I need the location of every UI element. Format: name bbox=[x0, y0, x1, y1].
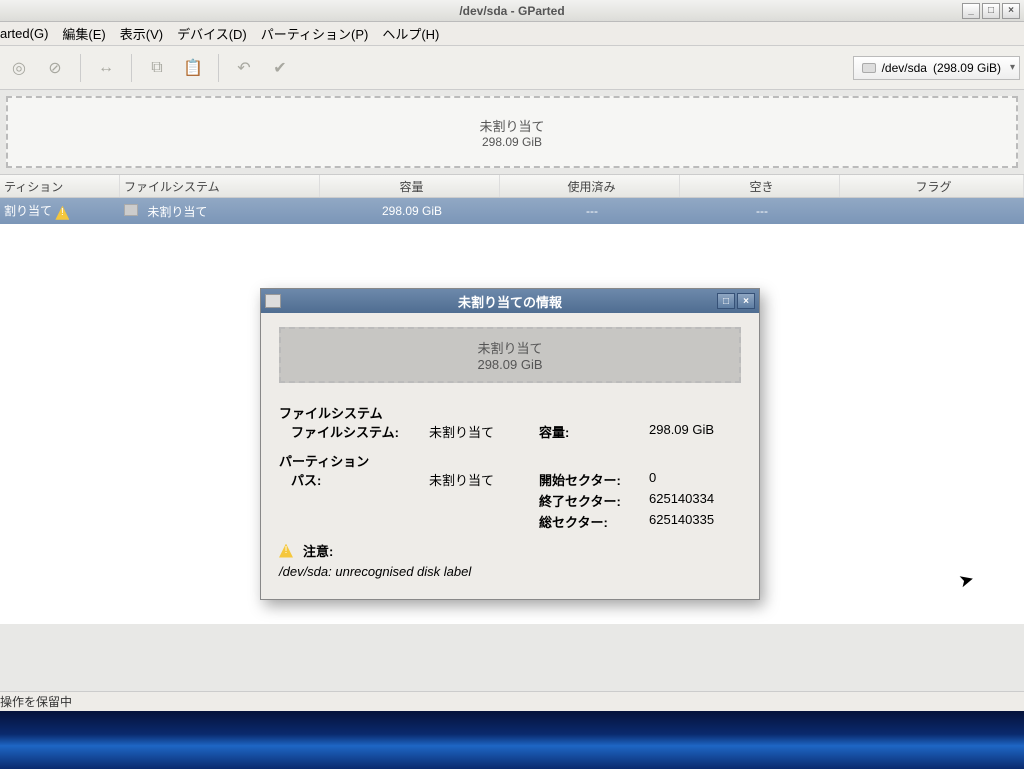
toolbar: ◎ ⊘ ↔ ⧉ 📋 ↶ ✔ /dev/sda (298.09 GiB) bbox=[0, 46, 1024, 90]
close-button[interactable]: × bbox=[1002, 3, 1020, 19]
cell-partition: 割り当て ! bbox=[0, 202, 120, 220]
menu-help[interactable]: ヘルプ(H) bbox=[382, 24, 439, 43]
maximize-button[interactable]: □ bbox=[982, 3, 1000, 19]
menu-partition[interactable]: パーティション(P) bbox=[261, 24, 369, 43]
dialog-graphic-size: 298.09 GiB bbox=[477, 357, 542, 372]
start-sector-label: 開始セクター: bbox=[539, 470, 649, 489]
disk-icon bbox=[862, 63, 876, 73]
dialog-graphic-label: 未割り当て bbox=[477, 338, 542, 357]
warning-icon: ! bbox=[279, 544, 293, 558]
delete-icon[interactable]: ⊘ bbox=[40, 53, 70, 83]
warning-message: /dev/sda: unrecognised disk label bbox=[279, 564, 741, 579]
path-label: パス: bbox=[279, 470, 429, 489]
status-text: 操作を保留中 bbox=[0, 693, 72, 710]
capacity-label: 容量: bbox=[539, 422, 649, 441]
statusbar: 操作を保留中 bbox=[0, 691, 1024, 711]
fs-label: ファイルシステム: bbox=[279, 422, 429, 441]
col-size[interactable]: 容量 bbox=[320, 175, 500, 197]
fs-value: 未割り当て bbox=[429, 422, 539, 441]
dialog-icon bbox=[265, 294, 281, 308]
minimize-button[interactable]: _ bbox=[962, 3, 980, 19]
col-used[interactable]: 使用済み bbox=[500, 175, 680, 197]
menu-gparted[interactable]: arted(G) bbox=[0, 26, 48, 41]
new-partition-icon[interactable]: ◎ bbox=[4, 53, 34, 83]
partition-heading: パーティション bbox=[279, 451, 741, 470]
menu-device[interactable]: デバイス(D) bbox=[177, 24, 247, 43]
info-dialog: 未割り当ての情報 □ × 未割り当て 298.09 GiB ファイルシステム フ… bbox=[260, 288, 760, 600]
device-path: /dev/sda bbox=[882, 61, 927, 75]
cell-size: 298.09 GiB bbox=[320, 204, 500, 218]
menu-edit[interactable]: 編集(E) bbox=[62, 24, 105, 43]
dialog-titlebar[interactable]: 未割り当ての情報 □ × bbox=[261, 289, 759, 313]
warning-row: ! 注意: bbox=[279, 541, 741, 560]
start-sector-value: 0 bbox=[649, 470, 741, 489]
total-sector-label: 総セクター: bbox=[539, 512, 649, 531]
partition-info: パス: 未割り当て 開始セクター: 0 終了セクター: 625140334 総セ… bbox=[279, 470, 741, 531]
device-selector[interactable]: /dev/sda (298.09 GiB) bbox=[853, 56, 1020, 80]
fs-info: ファイルシステム: 未割り当て 容量: 298.09 GiB bbox=[279, 422, 741, 441]
dialog-maximize-button[interactable]: □ bbox=[717, 293, 735, 309]
resize-icon[interactable]: ↔ bbox=[91, 53, 121, 83]
undo-icon[interactable]: ↶ bbox=[229, 53, 259, 83]
partition-graphic-label: 未割り当て bbox=[479, 116, 544, 135]
total-sector-value: 625140335 bbox=[649, 512, 741, 531]
menubar: arted(G) 編集(E) 表示(V) デバイス(D) パーティション(P) … bbox=[0, 22, 1024, 46]
dialog-title-text: 未割り当ての情報 bbox=[458, 292, 562, 311]
dialog-partition-graphic: 未割り当て 298.09 GiB bbox=[279, 327, 741, 383]
partition-graphic-size: 298.09 GiB bbox=[482, 135, 542, 149]
cell-free: --- bbox=[680, 204, 840, 218]
end-sector-value: 625140334 bbox=[649, 491, 741, 510]
window-title: /dev/sda - GParted bbox=[459, 4, 564, 18]
desktop-background bbox=[0, 711, 1024, 769]
end-sector-label: 終了セクター: bbox=[539, 491, 649, 510]
cell-used: --- bbox=[500, 204, 680, 218]
col-partition[interactable]: ティション bbox=[0, 175, 120, 197]
window-titlebar: /dev/sda - GParted _ □ × bbox=[0, 0, 1024, 22]
col-filesystem[interactable]: ファイルシステム bbox=[120, 175, 320, 197]
capacity-value: 298.09 GiB bbox=[649, 422, 741, 441]
apply-icon[interactable]: ✔ bbox=[265, 53, 295, 83]
device-size: (298.09 GiB) bbox=[933, 61, 1001, 75]
dialog-body: 未割り当て 298.09 GiB ファイルシステム ファイルシステム: 未割り当… bbox=[261, 313, 759, 599]
path-value: 未割り当て bbox=[429, 470, 539, 489]
partition-graphic[interactable]: 未割り当て 298.09 GiB bbox=[6, 96, 1018, 168]
partition-table-header: ティション ファイルシステム 容量 使用済み 空き フラグ bbox=[0, 174, 1024, 198]
col-free[interactable]: 空き bbox=[680, 175, 840, 197]
warning-heading: 注意: bbox=[303, 541, 333, 560]
separator bbox=[80, 54, 81, 82]
paste-icon[interactable]: 📋 bbox=[178, 53, 208, 83]
fs-heading: ファイルシステム bbox=[279, 403, 741, 422]
menu-view[interactable]: 表示(V) bbox=[120, 24, 163, 43]
fs-swatch bbox=[124, 204, 138, 216]
separator bbox=[218, 54, 219, 82]
dialog-close-button[interactable]: × bbox=[737, 293, 755, 309]
copy-icon[interactable]: ⧉ bbox=[142, 53, 172, 83]
warning-icon: ! bbox=[55, 206, 69, 220]
col-flags[interactable]: フラグ bbox=[840, 175, 1024, 197]
cell-filesystem: 未割り当て bbox=[120, 203, 320, 220]
table-row[interactable]: 割り当て ! 未割り当て 298.09 GiB --- --- bbox=[0, 198, 1024, 224]
separator bbox=[131, 54, 132, 82]
